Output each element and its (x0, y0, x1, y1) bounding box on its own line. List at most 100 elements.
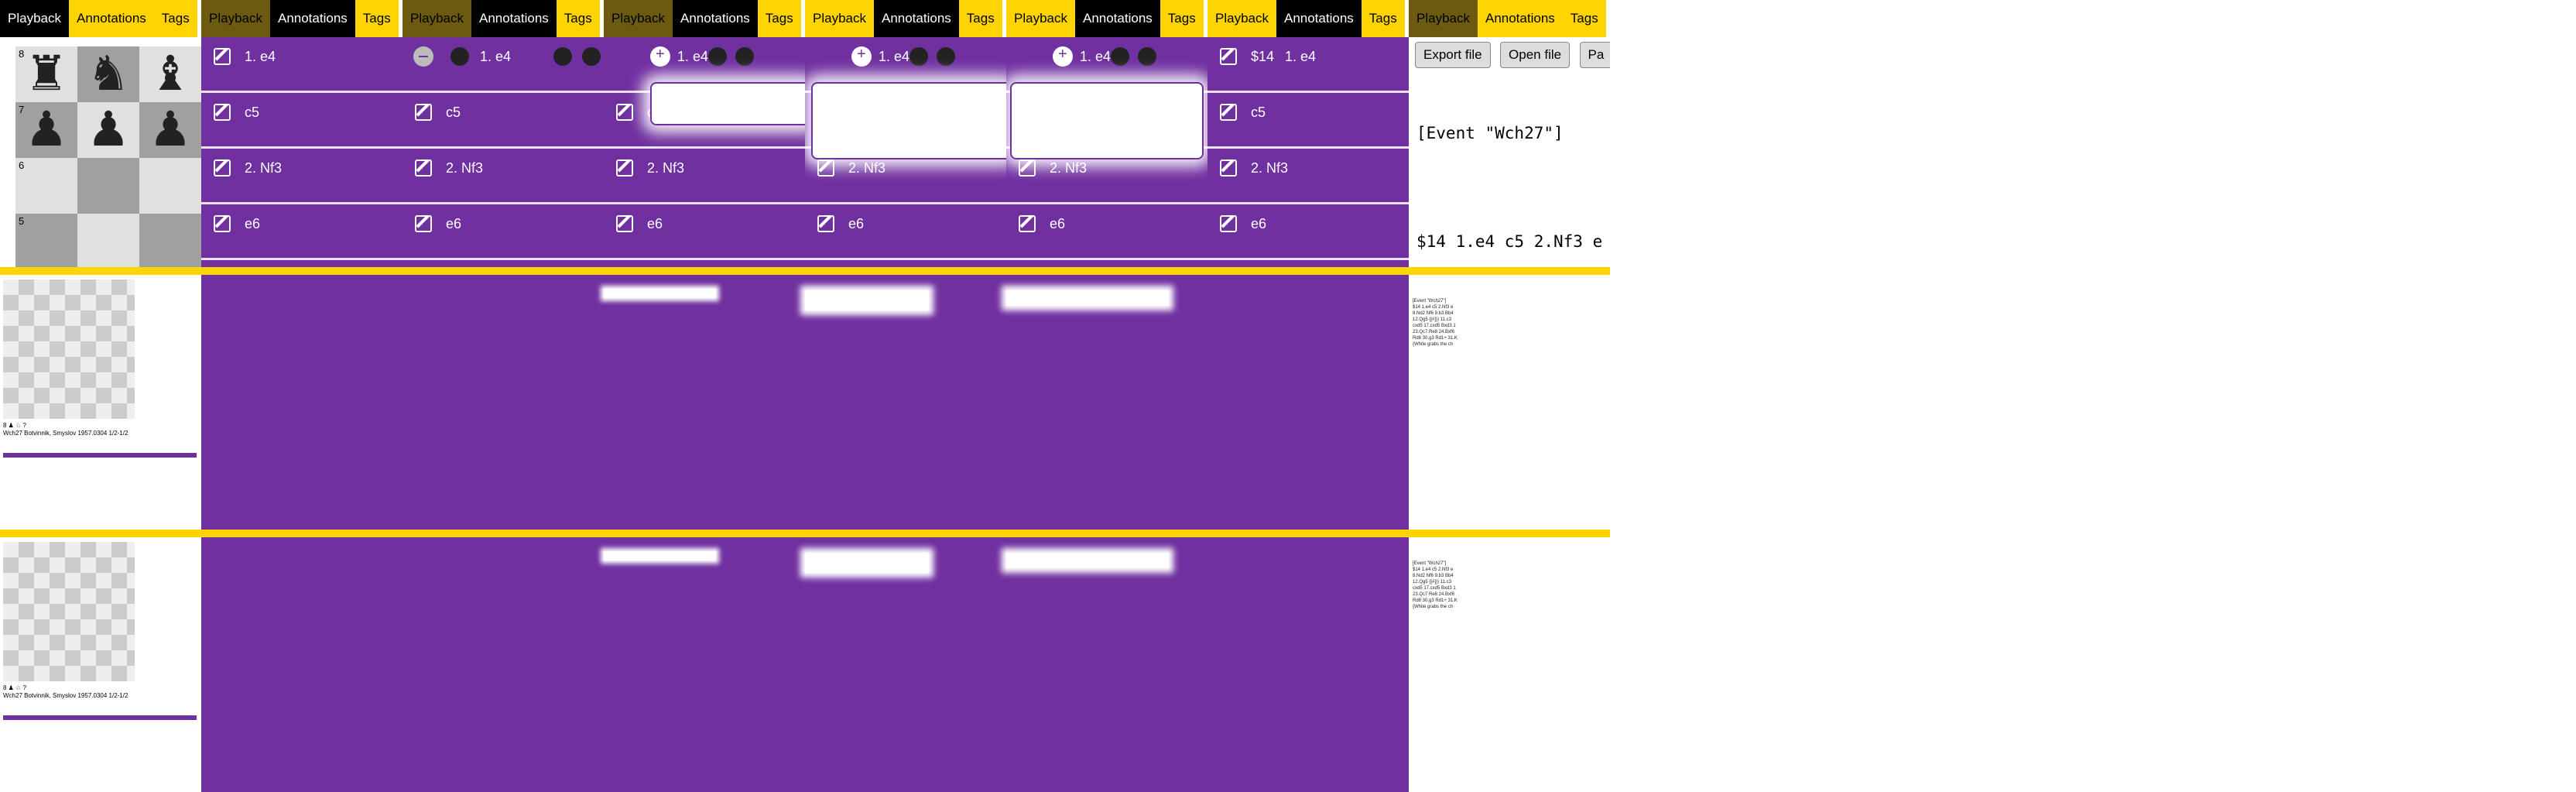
tab-annotations[interactable]: Annotations (1477, 0, 1563, 37)
tab-tags[interactable]: Tags (757, 0, 801, 37)
move-row[interactable]: e6 (604, 204, 805, 260)
edit-icon[interactable] (1220, 104, 1237, 121)
edit-icon[interactable] (214, 48, 231, 65)
tab-tags[interactable]: Tags (958, 0, 1002, 37)
move-label: c5 (245, 105, 260, 120)
edit-icon[interactable] (616, 104, 633, 121)
edit-icon[interactable] (415, 104, 432, 121)
black-bishop-icon[interactable]: ♝ (139, 46, 201, 102)
tab-playback[interactable]: Playback (1208, 0, 1276, 37)
annotation-input[interactable] (650, 82, 805, 125)
move-row[interactable]: 2. Nf3 (604, 149, 805, 204)
move-row[interactable]: c5 (1208, 93, 1409, 149)
tab-annotations[interactable]: Annotations (471, 0, 557, 37)
add-icon[interactable] (851, 46, 872, 67)
edit-icon[interactable] (817, 215, 834, 232)
nag-dot-icon[interactable] (1111, 47, 1129, 66)
nag-dot-icon[interactable] (937, 47, 955, 66)
move-label: 2. Nf3 (446, 160, 484, 176)
move-row[interactable]: 2. Nf3 (402, 149, 604, 204)
tab-tags[interactable]: Tags (153, 0, 197, 37)
black-pawn-icon[interactable]: ♟ (139, 102, 201, 158)
edit-icon[interactable] (214, 215, 231, 232)
nag-dot-icon[interactable] (735, 47, 754, 66)
tab-tags[interactable]: Tags (355, 0, 399, 37)
tab-playback[interactable]: Playback (805, 0, 874, 37)
move-row[interactable]: $14 1. e4 (1208, 37, 1409, 93)
chess-board[interactable]: 8 7 6 5 ♜ ♞ ♝ ♟ ♟ ♟ (15, 46, 201, 267)
tab-annotations[interactable]: Annotations (873, 0, 959, 37)
edit-icon[interactable] (1220, 48, 1237, 65)
move-label: 2. Nf3 (848, 160, 886, 176)
move-row[interactable]: 2. Nf3 (201, 149, 402, 204)
nag-dot-icon[interactable] (708, 47, 727, 66)
paste-button[interactable]: Pa (1579, 42, 1610, 68)
move-row[interactable]: e6 (201, 204, 402, 260)
annotation-input[interactable] (811, 82, 1006, 159)
black-pawn-icon[interactable]: ♟ (77, 102, 139, 158)
nag-dot-icon[interactable] (553, 47, 572, 66)
nag-dot-icon[interactable] (450, 47, 469, 66)
tab-annotations[interactable]: Annotations (269, 0, 355, 37)
edit-icon[interactable] (1019, 215, 1036, 232)
mini-input-box[interactable] (1006, 553, 1169, 568)
annotation-input[interactable] (1010, 82, 1204, 159)
move-row[interactable]: c5 (201, 93, 402, 149)
black-rook-icon[interactable]: ♜ (15, 46, 77, 102)
move-row[interactable]: 1. e4 (201, 37, 402, 93)
move-row[interactable]: 1. e4 (402, 37, 604, 93)
tab-annotations[interactable]: Annotations (1276, 0, 1362, 37)
tab-tags[interactable]: Tags (556, 0, 600, 37)
black-pawn-icon[interactable]: ♟ (15, 102, 77, 158)
add-icon[interactable] (650, 46, 670, 67)
tab-playback[interactable]: Playback (201, 0, 270, 37)
edit-icon[interactable] (214, 159, 231, 177)
move-row[interactable]: e6 (402, 204, 604, 260)
mini-chess-board[interactable] (3, 542, 135, 681)
edit-icon[interactable] (616, 159, 633, 177)
tab-tags[interactable]: Tags (1562, 0, 1606, 37)
move-label: e6 (1050, 216, 1066, 231)
annotations-panel: Playback Annotations Tags 1. e4 c5 2. Nf… (604, 0, 805, 267)
move-row[interactable]: e6 (1006, 204, 1208, 260)
tab-tags[interactable]: Tags (1160, 0, 1204, 37)
edit-icon[interactable] (817, 159, 834, 177)
edit-icon[interactable] (415, 215, 432, 232)
nag-dot-icon[interactable] (582, 47, 601, 66)
edit-icon[interactable] (1019, 159, 1036, 177)
tab-playback[interactable]: Playback (604, 0, 673, 37)
move-label: e6 (1251, 216, 1267, 231)
mini-chess-board[interactable] (3, 279, 135, 419)
edit-icon[interactable] (1220, 215, 1237, 232)
tab-tags[interactable]: Tags (1361, 0, 1405, 37)
tab-annotations[interactable]: Annotations (1074, 0, 1160, 37)
edit-icon[interactable] (415, 159, 432, 177)
tab-bar: Playback Annotations Tags (1006, 0, 1204, 37)
remove-icon[interactable] (413, 46, 433, 67)
add-icon[interactable] (1053, 46, 1073, 67)
black-knight-icon[interactable]: ♞ (77, 46, 139, 102)
tab-annotations[interactable]: Annotations (68, 0, 154, 37)
mini-input-box[interactable] (1006, 290, 1169, 306)
mini-game-info: Wch27 Botvinnik, Smyslov 1957.0304 1/2-1… (3, 692, 128, 699)
move-row[interactable]: e6 (805, 204, 1006, 260)
move-row[interactable]: c5 (402, 93, 604, 149)
screenshot-root: Playback Annotations Tags 8 7 6 5 ♜ ♞ ♝ … (0, 0, 2576, 792)
mini-row-2: 8 ♟ ♘ ? Wch27 Botvinnik, Smyslov 1957.03… (0, 530, 1610, 792)
nag-controls (413, 42, 469, 71)
export-file-button[interactable]: Export file (1415, 42, 1491, 68)
nag-dot-icon[interactable] (1138, 47, 1156, 66)
nag-dot-icon[interactable] (909, 47, 928, 66)
tab-playback[interactable]: Playback (1006, 0, 1075, 37)
tab-playback[interactable]: Playback (402, 0, 471, 37)
move-row[interactable]: e6 (1208, 204, 1409, 260)
open-file-button[interactable]: Open file (1500, 42, 1571, 68)
edit-icon[interactable] (1220, 159, 1237, 177)
tab-annotations[interactable]: Annotations (672, 0, 758, 37)
move-row[interactable]: 2. Nf3 (1208, 149, 1409, 204)
edit-icon[interactable] (214, 104, 231, 121)
nag-label: $14 (1251, 49, 1275, 64)
edit-icon[interactable] (616, 215, 633, 232)
tab-playback[interactable]: Playback (1409, 0, 1478, 37)
tab-playback[interactable]: Playback (0, 0, 69, 37)
